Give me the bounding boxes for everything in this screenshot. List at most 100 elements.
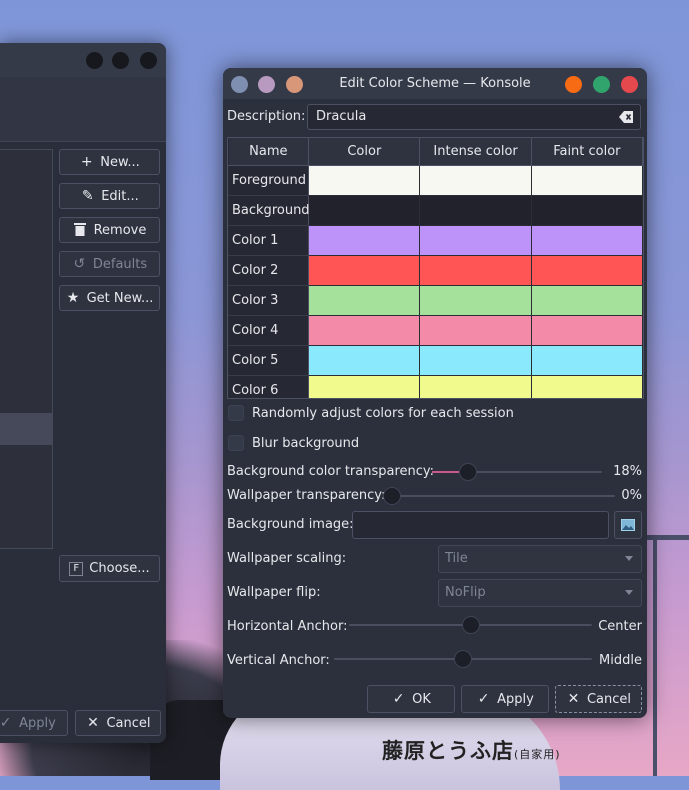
cancel-button-bg[interactable]: ✕ Cancel [75,710,161,736]
color-swatch-faint[interactable] [530,345,643,376]
minimize-button[interactable] [565,76,582,93]
slider-handle[interactable] [461,616,480,634]
close-button[interactable] [140,52,157,69]
color-swatch-intense[interactable] [419,225,532,256]
color-row-name: Color 5 [228,345,310,376]
chevron-down-icon [625,556,633,561]
minimize-button[interactable] [86,52,103,69]
bg-image-input[interactable] [352,511,609,539]
slider-handle[interactable] [383,487,401,505]
color-swatch-intense[interactable] [419,375,532,398]
color-table-row[interactable]: Color 4 [228,315,643,346]
cancel-button-label: Cancel [586,691,632,707]
color-swatch-intense[interactable] [419,315,532,346]
v-anchor-value: Middle [599,653,642,668]
h-anchor-slider[interactable] [349,615,592,635]
clear-text-icon[interactable] [619,110,634,124]
get-new-button[interactable]: ★ Get New... [59,285,160,311]
color-table-row[interactable]: Foreground [228,165,643,196]
color-swatch-faint[interactable] [530,375,643,398]
color-swatch-color[interactable] [308,285,421,316]
cancel-button[interactable]: ✕ Cancel [555,685,642,713]
dialog-titlebar[interactable]: Edit Color Scheme — Konsole [223,68,647,99]
color-row-name: Foreground [228,165,310,196]
wallpaper-pole-arm [645,535,689,540]
column-header-color[interactable]: Color [308,138,421,166]
slider-handle[interactable] [454,650,472,668]
color-swatch-faint[interactable] [530,285,643,316]
bg-transparency-value: 18% [613,464,642,479]
window-menu-button[interactable] [231,76,248,93]
color-swatch-color[interactable] [308,195,421,226]
color-scheme-list-selected-item[interactable] [0,413,52,445]
color-scheme-list[interactable] [0,149,53,549]
color-swatch-faint[interactable] [530,315,643,346]
blur-background-checkbox[interactable]: Blur background [228,435,359,451]
apply-button-label: Apply [497,691,534,707]
new-button[interactable]: + New... [59,149,160,175]
keep-above-button[interactable] [258,76,275,93]
checkbox-box[interactable] [228,405,244,421]
color-swatch-color[interactable] [308,255,421,286]
description-input[interactable]: Dracula [307,104,641,130]
column-header-faint[interactable]: Faint color [531,138,643,166]
shade-button[interactable] [286,76,303,93]
remove-button[interactable]: Remove [59,217,160,243]
color-row-name: Background [228,195,310,226]
background-window: + New... ✎ Edit... Remove ↺ Defaults ★ Get N… [0,43,166,743]
bg-transparency-slider[interactable] [432,462,602,482]
maximize-button[interactable] [112,52,129,69]
apply-button[interactable]: ✓ Apply [461,685,549,713]
wp-transparency-slider[interactable] [383,486,615,506]
check-icon: ✓ [477,691,490,707]
color-table-row[interactable]: Color 3 [228,285,643,316]
color-swatch-intense[interactable] [419,165,532,196]
apply-button-bg[interactable]: ✓ Apply [0,710,68,736]
color-table-row[interactable]: Color 2 [228,255,643,286]
color-swatch-faint[interactable] [530,195,643,226]
checkbox-box[interactable] [228,435,244,451]
color-swatch-faint[interactable] [530,255,643,286]
wallpaper-sign-small: (自家用) [514,748,561,761]
color-table-row[interactable]: Color 1 [228,225,643,256]
color-table-row[interactable]: Color 5 [228,345,643,376]
choose-button-label: Choose... [89,561,150,576]
get-new-button-label: Get New... [86,290,154,306]
color-swatch-faint[interactable] [530,165,643,196]
edit-button-label: Edit... [101,188,139,204]
randomize-colors-checkbox[interactable]: Randomly adjust colors for each session [228,405,514,421]
cancel-button-bg-label: Cancel [106,715,151,731]
v-anchor-slider[interactable] [334,649,592,669]
color-row-name: Color 6 [228,375,310,398]
color-swatch-intense[interactable] [419,195,532,226]
edit-color-scheme-dialog: Edit Color Scheme — Konsole Description:… [223,68,647,718]
slider-handle[interactable] [459,463,478,481]
ok-button[interactable]: ✓ OK [367,685,455,713]
close-button[interactable] [621,76,638,93]
color-table[interactable]: Name Color Intense color Faint color For… [227,137,644,399]
blur-background-label: Blur background [252,435,360,451]
color-table-row[interactable]: Background [228,195,643,226]
browse-image-button[interactable] [614,511,642,539]
close-icon: ✕ [87,715,99,731]
color-swatch-color[interactable] [308,375,421,398]
column-header-intense[interactable]: Intense color [419,138,532,166]
maximize-button[interactable] [593,76,610,93]
color-swatch-color[interactable] [308,345,421,376]
color-swatch-faint[interactable] [530,225,643,256]
edit-button[interactable]: ✎ Edit... [59,183,160,209]
color-swatch-intense[interactable] [419,255,532,286]
wp-scaling-select[interactable]: Tile [438,545,642,573]
background-window-titlebar[interactable] [0,43,166,77]
color-table-row[interactable]: Color 6 [228,375,643,398]
defaults-button[interactable]: ↺ Defaults [59,251,160,277]
column-header-name[interactable]: Name [228,138,310,166]
color-swatch-color[interactable] [308,165,421,196]
choose-button[interactable]: F Choose... [59,555,160,582]
color-swatch-intense[interactable] [419,285,532,316]
color-swatch-color[interactable] [308,315,421,346]
color-swatch-intense[interactable] [419,345,532,376]
wp-transparency-value: 0% [621,488,642,503]
color-swatch-color[interactable] [308,225,421,256]
wp-flip-select[interactable]: NoFlip [438,579,642,607]
